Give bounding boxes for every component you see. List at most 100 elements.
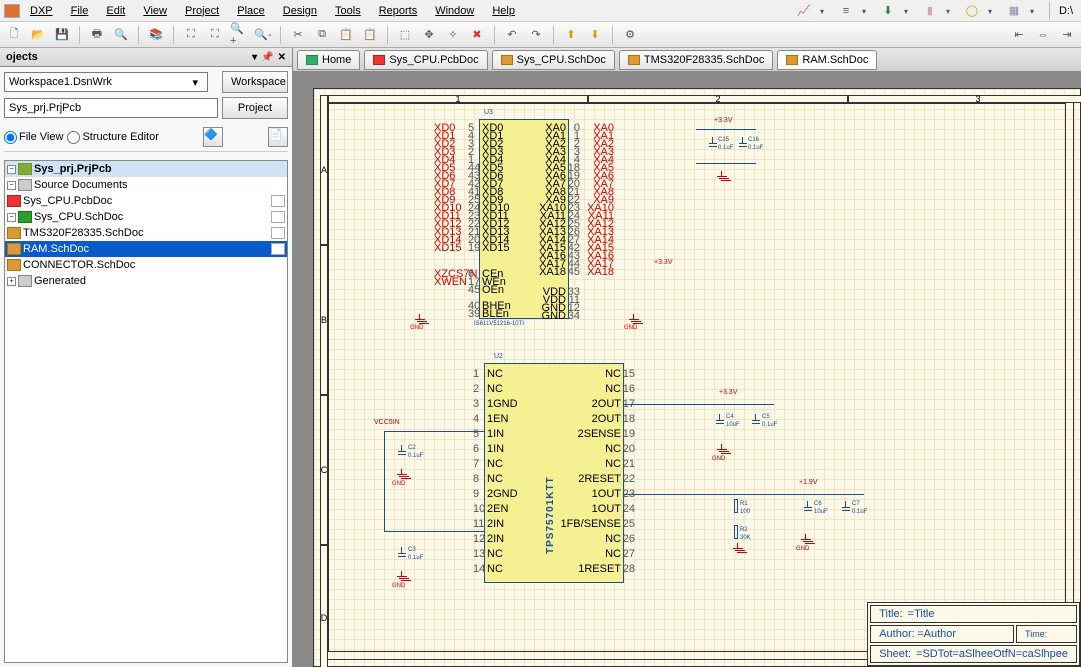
ic2-body[interactable]: TPS75701KTT 1NC2NC31GND41EN51IN61IN7NC8N…	[484, 363, 624, 583]
open-icon[interactable]: 📂	[28, 25, 48, 45]
save-icon[interactable]: 💾	[52, 25, 72, 45]
gnd-symbol	[628, 314, 640, 324]
project-input[interactable]	[4, 98, 218, 118]
tree-folder-source[interactable]: −Source Documents	[5, 177, 287, 193]
tree-item-schdoc[interactable]: −Sys_CPU.SchDoc	[5, 209, 287, 225]
power-vcc5: VCC5IN	[374, 419, 400, 426]
app-icon	[4, 4, 20, 18]
align-right-icon[interactable]: ⇥	[1057, 25, 1077, 45]
menubar: DXP File Edit View Project Place Design …	[0, 0, 1081, 22]
menu-dxp[interactable]: DXP	[22, 3, 61, 19]
tab-tmssch[interactable]: TMS320F28335.SchDoc	[619, 50, 773, 70]
copy-icon[interactable]: ⧉	[312, 25, 332, 45]
power-rail: +3.3V	[654, 259, 673, 266]
editor-area: Home Sys_CPU.PcbDoc Sys_CPU.SchDoc TMS32…	[293, 48, 1081, 667]
ruler-row-c: C	[320, 395, 328, 545]
preview-icon[interactable]: 🔍	[111, 25, 131, 45]
schematic-canvas[interactable]: A B C D 1 2 3 U3 XD05XD0XD14XD1XD23XD2XD…	[293, 72, 1081, 667]
tool-grid-icon[interactable]: ▦	[1004, 1, 1024, 21]
menu-help[interactable]: Help	[484, 3, 523, 19]
tree-project-root[interactable]: −Sys_prj.PrjPcb	[5, 161, 287, 177]
tree-folder-generated[interactable]: +Generated	[5, 273, 287, 289]
select-icon[interactable]: ⬚	[395, 25, 415, 45]
tool-align-icon[interactable]: ≡	[836, 1, 856, 21]
power-rail: +1.9V	[799, 479, 818, 486]
tree-item-ram[interactable]: RAM.SchDoc	[5, 241, 287, 257]
menu-project[interactable]: Project	[177, 3, 227, 19]
gnd-symbol	[716, 444, 728, 454]
project-button[interactable]: Project	[222, 97, 288, 119]
panel-close-icon[interactable]: ✕	[278, 52, 286, 63]
menu-right-tools: 📈 ≡ ⬇ ▮ ◯ ▦ D:\	[794, 1, 1077, 21]
align-left-icon[interactable]: ⇤	[1009, 25, 1029, 45]
file-view-radio[interactable]: File View	[4, 131, 63, 144]
menu-view[interactable]: View	[135, 3, 175, 19]
cut-icon[interactable]: ✂	[288, 25, 308, 45]
new-icon[interactable]: 🗋	[4, 25, 24, 45]
tool-chart-icon[interactable]: 📈	[794, 1, 814, 21]
structure-editor-radio[interactable]: Structure Editor	[67, 131, 158, 144]
panel-title: ojects	[6, 51, 252, 63]
tab-ramsch[interactable]: RAM.SchDoc	[777, 50, 877, 70]
redo-icon[interactable]: ↷	[526, 25, 546, 45]
tree-item-connector[interactable]: CONNECTOR.SchDoc	[5, 257, 287, 273]
menu-window[interactable]: Window	[427, 3, 482, 19]
tab-cpusch[interactable]: Sys_CPU.SchDoc	[492, 50, 615, 70]
title-block: Title: =Title Author: =AuthorTime: Sheet…	[867, 602, 1080, 666]
main-toolbar: 🗋 📂 💾 🖶 🔍 📚 ⛶ ⛶ 🔍+ 🔍- ✂ ⧉ 📋 📋 ⬚ ✥ ✧ ✖ ↶ …	[0, 22, 1081, 48]
menu-design[interactable]: Design	[275, 3, 325, 19]
clear-icon[interactable]: ✖	[467, 25, 487, 45]
tool-pin-icon[interactable]: ▮	[920, 1, 940, 21]
menu-file[interactable]: File	[63, 3, 97, 19]
menu-edit[interactable]: Edit	[98, 3, 133, 19]
ruler-row-b: B	[320, 245, 328, 395]
ruler-col-1: 1	[328, 95, 588, 103]
zoom-sel-icon[interactable]: ⛶	[205, 25, 225, 45]
book-icon[interactable]: 📚	[146, 25, 166, 45]
workspace-input[interactable]	[4, 72, 208, 92]
menu-reports[interactable]: Reports	[371, 3, 426, 19]
resistor-r1[interactable]	[734, 499, 738, 513]
panel-pin-icon[interactable]: 📌	[261, 52, 273, 63]
hierarchy-up-icon[interactable]: ⬆	[561, 25, 581, 45]
gnd-symbol	[732, 543, 744, 553]
align-horiz-icon[interactable]: ⇔	[1033, 25, 1053, 45]
undo-icon[interactable]: ↶	[502, 25, 522, 45]
resistor-r2[interactable]	[734, 525, 738, 539]
projects-panel: ojects ▾ 📌 ✕ ▾ Workspace Project File Vi…	[0, 48, 293, 667]
gnd-symbol	[414, 314, 426, 324]
workspace-button[interactable]: Workspace	[222, 71, 288, 93]
move-icon[interactable]: ✥	[419, 25, 439, 45]
menu-tools[interactable]: Tools	[327, 3, 369, 19]
ruler-row-a: A	[320, 95, 328, 245]
gnd-symbol	[396, 469, 408, 479]
cross-probe-icon[interactable]: ⚙	[620, 25, 640, 45]
tab-pcbdoc[interactable]: Sys_CPU.PcbDoc	[364, 50, 487, 70]
hierarchy-down-icon[interactable]: ⬇	[585, 25, 605, 45]
gnd-symbol	[396, 571, 408, 581]
ruler-col-3: 3	[848, 95, 1081, 103]
path-label: D:\	[1059, 5, 1073, 17]
menu-place[interactable]: Place	[229, 3, 273, 19]
tool-arrow-down-icon[interactable]: ⬇	[878, 1, 898, 21]
zoom-fit-icon[interactable]: ⛶	[181, 25, 201, 45]
zoom-in-icon[interactable]: 🔍+	[229, 25, 249, 45]
tab-home[interactable]: Home	[297, 50, 360, 70]
panel-dropdown-icon[interactable]: ▾	[252, 52, 257, 63]
zoom-out-icon[interactable]: 🔍-	[253, 25, 273, 45]
panel-btn-2[interactable]: 📄	[268, 127, 288, 147]
power-rail: +3.3V	[719, 389, 738, 396]
ic1-designator: U3	[484, 109, 493, 116]
ruler-row-d: D	[320, 545, 328, 667]
paste-icon[interactable]: 📋	[336, 25, 356, 45]
deselect-icon[interactable]: ✧	[443, 25, 463, 45]
project-tree[interactable]: −Sys_prj.PrjPcb −Source Documents Sys_CP…	[4, 160, 288, 663]
ic1-type: IS61LV51216-10TI	[474, 321, 524, 327]
tree-item-tms[interactable]: TMS320F28335.SchDoc	[5, 225, 287, 241]
panel-btn-1[interactable]: 🔷	[203, 127, 223, 147]
paste-special-icon[interactable]: 📋	[360, 25, 380, 45]
tree-item-pcbdoc[interactable]: Sys_CPU.PcbDoc	[5, 193, 287, 209]
tool-circle-icon[interactable]: ◯	[962, 1, 982, 21]
ic1-body[interactable]: XD05XD0XD14XD1XD23XD2XD32XD3XD41XD4XD544…	[479, 119, 569, 319]
print-icon[interactable]: 🖶	[87, 25, 107, 45]
